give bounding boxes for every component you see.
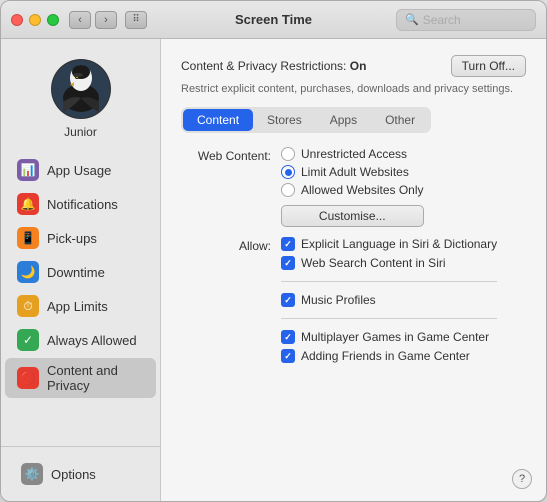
traffic-lights bbox=[11, 14, 59, 26]
radio-label-limit-adult: Limit Adult Websites bbox=[301, 165, 409, 179]
grid-button[interactable]: ⠿ bbox=[125, 11, 147, 29]
checkbox-web-search-siri-box bbox=[281, 256, 295, 270]
user-name: Junior bbox=[64, 125, 97, 139]
radio-circle-limit-adult bbox=[281, 165, 295, 179]
turn-off-button[interactable]: Turn Off... bbox=[451, 55, 526, 77]
customise-button[interactable]: Customise... bbox=[281, 205, 424, 227]
content-title: Content & Privacy Restrictions: On bbox=[181, 59, 366, 73]
checkbox-multiplayer-games-box bbox=[281, 330, 295, 344]
sidebar-item-label-content-privacy: Content and Privacy bbox=[47, 363, 146, 393]
checkbox-label-explicit-siri: Explicit Language in Siri & Dictionary bbox=[301, 237, 497, 251]
maximize-button[interactable] bbox=[47, 14, 59, 26]
checkboxes: Explicit Language in Siri & Dictionary W… bbox=[281, 237, 497, 363]
web-content-label: Web Content: bbox=[181, 147, 271, 163]
radio-circle-allowed-only bbox=[281, 183, 295, 197]
sidebar-footer: ⚙️ Options bbox=[1, 446, 160, 501]
status-on: On bbox=[350, 59, 367, 73]
checkbox-group-3: Multiplayer Games in Game Center Adding … bbox=[281, 330, 497, 363]
sidebar-item-app-usage[interactable]: 📊 App Usage bbox=[5, 154, 156, 186]
always-allowed-icon: ✓ bbox=[17, 329, 39, 351]
checkbox-explicit-siri-box bbox=[281, 237, 295, 251]
checkbox-web-search-siri[interactable]: Web Search Content in Siri bbox=[281, 256, 497, 270]
sidebar-item-label-notifications: Notifications bbox=[47, 197, 118, 212]
search-bar[interactable]: 🔍 Search bbox=[396, 9, 536, 31]
checkbox-label-adding-friends: Adding Friends in Game Center bbox=[301, 349, 470, 363]
web-content-section: Web Content: Unrestricted Access Limit A… bbox=[181, 147, 526, 227]
tab-stores[interactable]: Stores bbox=[253, 109, 316, 131]
checkbox-label-web-search-siri: Web Search Content in Siri bbox=[301, 256, 446, 270]
avatar bbox=[51, 59, 111, 119]
sidebar-item-app-limits[interactable]: ⏱ App Limits bbox=[5, 290, 156, 322]
tab-other[interactable]: Other bbox=[371, 109, 429, 131]
sidebar-item-pick-ups[interactable]: 📱 Pick-ups bbox=[5, 222, 156, 254]
tab-apps[interactable]: Apps bbox=[316, 109, 371, 131]
sidebar-item-downtime[interactable]: 🌙 Downtime bbox=[5, 256, 156, 288]
sidebar-item-label-pick-ups: Pick-ups bbox=[47, 231, 97, 246]
radio-group: Unrestricted Access Limit Adult Websites… bbox=[281, 147, 424, 227]
sidebar-item-label-always-allowed: Always Allowed bbox=[47, 333, 137, 348]
checkbox-group-2: Music Profiles bbox=[281, 293, 497, 307]
checkbox-multiplayer-games[interactable]: Multiplayer Games in Game Center bbox=[281, 330, 497, 344]
nav-buttons: ‹ › bbox=[69, 11, 117, 29]
allow-label: Allow: bbox=[181, 237, 271, 253]
sidebar-item-label-app-usage: App Usage bbox=[47, 163, 111, 178]
checkbox-music-profiles[interactable]: Music Profiles bbox=[281, 293, 497, 307]
main-wrapper: Content & Privacy Restrictions: On Turn … bbox=[161, 39, 546, 501]
search-placeholder: Search bbox=[423, 13, 461, 27]
allow-section: Allow: Explicit Language in Siri & Dicti… bbox=[181, 237, 526, 363]
sidebar-item-label-options: Options bbox=[51, 467, 96, 482]
help-button[interactable]: ? bbox=[512, 469, 532, 489]
checkbox-explicit-siri[interactable]: Explicit Language in Siri & Dictionary bbox=[281, 237, 497, 251]
pick-ups-icon: 📱 bbox=[17, 227, 39, 249]
checkbox-label-multiplayer-games: Multiplayer Games in Game Center bbox=[301, 330, 489, 344]
window-title: Screen Time bbox=[235, 12, 312, 27]
notifications-icon: 🔔 bbox=[17, 193, 39, 215]
sidebar-item-content-privacy[interactable]: 🚫 Content and Privacy bbox=[5, 358, 156, 398]
content-header: Content & Privacy Restrictions: On Turn … bbox=[181, 55, 526, 77]
titlebar: ‹ › ⠿ Screen Time 🔍 Search bbox=[1, 1, 546, 39]
sidebar: Junior 📊 App Usage 🔔 Notifications 📱 Pic… bbox=[1, 39, 161, 501]
app-window: ‹ › ⠿ Screen Time 🔍 Search bbox=[0, 0, 547, 502]
app-usage-icon: 📊 bbox=[17, 159, 39, 181]
checkbox-adding-friends[interactable]: Adding Friends in Game Center bbox=[281, 349, 497, 363]
search-icon: 🔍 bbox=[405, 13, 419, 26]
content-subtitle: Restrict explicit content, purchases, do… bbox=[181, 83, 526, 95]
minimize-button[interactable] bbox=[29, 14, 41, 26]
tab-bar: Content Stores Apps Other bbox=[181, 107, 431, 133]
separator-1 bbox=[281, 281, 497, 282]
options-icon: ⚙️ bbox=[21, 463, 43, 485]
separator-2 bbox=[281, 318, 497, 319]
tab-content[interactable]: Content bbox=[183, 109, 253, 131]
radio-circle-unrestricted bbox=[281, 147, 295, 161]
radio-label-unrestricted: Unrestricted Access bbox=[301, 147, 407, 161]
content-privacy-icon: 🚫 bbox=[17, 367, 39, 389]
app-limits-icon: ⏱ bbox=[17, 295, 39, 317]
radio-unrestricted[interactable]: Unrestricted Access bbox=[281, 147, 424, 161]
sidebar-item-always-allowed[interactable]: ✓ Always Allowed bbox=[5, 324, 156, 356]
forward-button[interactable]: › bbox=[95, 11, 117, 29]
body: Junior 📊 App Usage 🔔 Notifications 📱 Pic… bbox=[1, 39, 546, 501]
back-button[interactable]: ‹ bbox=[69, 11, 91, 29]
radio-limit-adult[interactable]: Limit Adult Websites bbox=[281, 165, 424, 179]
sidebar-item-notifications[interactable]: 🔔 Notifications bbox=[5, 188, 156, 220]
sidebar-item-label-app-limits: App Limits bbox=[47, 299, 108, 314]
radio-label-allowed-only: Allowed Websites Only bbox=[301, 183, 424, 197]
checkbox-adding-friends-box bbox=[281, 349, 295, 363]
checkbox-label-music-profiles: Music Profiles bbox=[301, 293, 376, 307]
radio-allowed-only[interactable]: Allowed Websites Only bbox=[281, 183, 424, 197]
downtime-icon: 🌙 bbox=[17, 261, 39, 283]
close-button[interactable] bbox=[11, 14, 23, 26]
checkbox-group-1: Explicit Language in Siri & Dictionary W… bbox=[281, 237, 497, 270]
main-content: Content & Privacy Restrictions: On Turn … bbox=[161, 39, 546, 389]
avatar-section: Junior bbox=[1, 49, 160, 153]
sidebar-item-options[interactable]: ⚙️ Options bbox=[9, 458, 152, 490]
sidebar-item-label-downtime: Downtime bbox=[47, 265, 105, 280]
checkbox-music-profiles-box bbox=[281, 293, 295, 307]
